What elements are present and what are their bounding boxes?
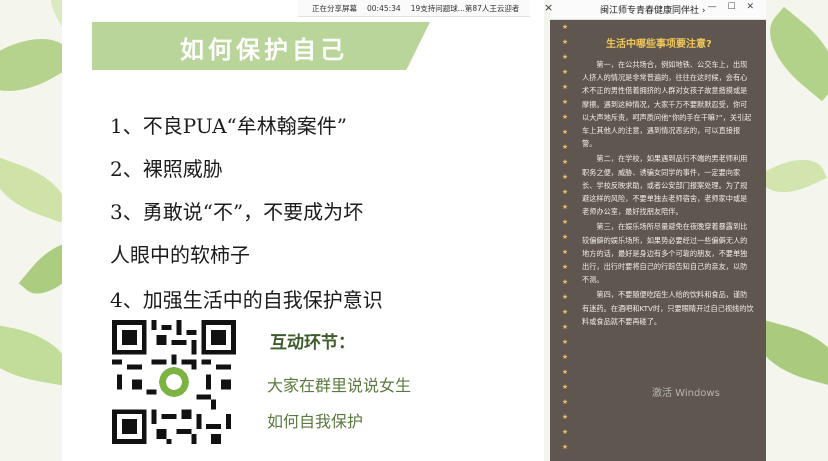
slide-title: 如何保护自己 — [180, 36, 348, 64]
presentation-slide: 如何保护自己 1、不良PUA“牟林翰案件” 2、裸照威胁 3、勇敢说“不”，不要… — [62, 0, 544, 461]
participant-notice: 19支持问题球...第87人王云迎者 — [410, 3, 520, 13]
article-window: × 闽江师专青春健康同伴社 › — ☐ ✕ ★ ★ ★ ★ ★ ★ ★ ★ ★ ★ ★ ★ ★ ★ ★ ★ … — [544, 0, 766, 461]
article-body: 第一，在公共场合，例如地铁、公交车上，出现人挤人的情况是非常普遍的，往往在这时候… — [582, 58, 754, 330]
article-window-title[interactable]: 闽江师专青春健康同伴社 › — [600, 3, 705, 16]
star-border-decoration: ★ ★ ★ ★ ★ ★ ★ ★ ★ ★ ★ ★ ★ ★ ★ ★ ★ ★ ★ ★ ★ ★ ★ ★ ★ ★ ★ ★ ★ — [561, 23, 569, 451]
article-window-titlebar: × 闽江师专青春健康同伴社 › — ☐ ✕ — [544, 0, 766, 20]
sharing-timer: 00:45:34 — [367, 3, 401, 13]
windows-activation-watermark: 激活 Windows — [652, 388, 720, 399]
screen-share-status-bar[interactable]: 正在分享屏幕 00:45:34 19支持问题球...第87人王云迎者 — [298, 0, 530, 17]
article-paragraph: 第二，在学校，如果遇到品行不端的男老师利用职务之便，威胁、诱骗女同学的事件，一定… — [582, 154, 748, 217]
article-paragraph: 第一，在公共场合，例如地铁、公交车上，出现人挤人的情况是非常普遍的，往往在这时候… — [582, 60, 752, 149]
qr-code — [112, 320, 236, 444]
slide-title-banner: 如何保护自己 — [92, 22, 430, 70]
bullet-point-1: 1、不良PUA“牟林翰案件” — [110, 114, 347, 138]
article-paragraph: 第三，在娱乐场所尽量避免在夜晚穿着暴露到比较偏僻的娱乐场所，如果势必要经过一些偏… — [582, 222, 748, 285]
article-heading: 生活中哪些事项要注意? — [606, 39, 712, 50]
window-control-buttons[interactable]: — ☐ ✕ — [708, 2, 758, 12]
leaf-decoration — [759, 148, 827, 204]
interaction-heading: 互动环节： — [270, 333, 355, 353]
bullet-point-3-cont: 人眼中的软柿子 — [110, 243, 250, 267]
bullet-point-3: 3、勇敢说“不”，不要成为坏 — [110, 200, 364, 224]
bullet-point-2: 2、裸照威胁 — [110, 157, 223, 181]
interaction-line-1: 大家在群里说说女生 — [267, 376, 412, 395]
sharing-status-text: 正在分享屏幕 — [312, 3, 357, 13]
article-paragraph: 第四，不要随便吃陌生人给的饮料和食品，谨防有迷药。在酒吧和KTV时，只要眼睛开过… — [582, 290, 754, 326]
close-icon[interactable]: × — [544, 1, 553, 14]
interaction-line-2: 如何自我保护 — [267, 412, 364, 431]
bullet-point-4: 4、加强生活中的自我保护意识 — [110, 288, 383, 312]
